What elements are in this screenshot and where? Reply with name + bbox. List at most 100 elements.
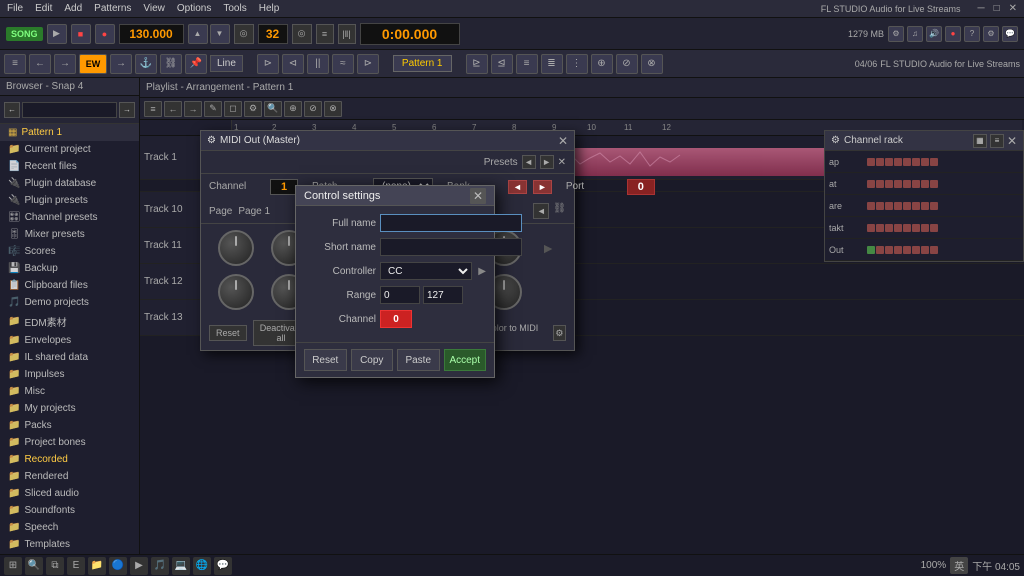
record-btn[interactable]: ● (95, 24, 115, 44)
taskbar-pin-4[interactable]: ▶ (130, 557, 148, 575)
presets-close-icon[interactable]: ✕ (558, 157, 566, 168)
menu-help[interactable]: Help (256, 2, 283, 15)
more-options-btn[interactable]: ⚙ (553, 325, 566, 341)
cr-btn-takt-2[interactable] (876, 224, 884, 232)
sidebar-item-packs[interactable]: 📁 Packs (0, 417, 139, 434)
toolbar2-browser-btn[interactable]: ≡ (4, 54, 26, 74)
master-vol-knob[interactable]: ◎ (234, 24, 254, 44)
cr-btn-are-2[interactable] (876, 202, 884, 210)
taskbar-pin-5[interactable]: 🎵 (151, 557, 169, 575)
copy-btn[interactable]: Copy (351, 349, 394, 371)
cr-btn-ap-2[interactable] (876, 158, 884, 166)
cr-btn-are-1[interactable] (867, 202, 875, 210)
chat-icon[interactable]: 💬 (1002, 26, 1018, 42)
stop-btn[interactable]: ■ (71, 24, 91, 44)
menu-tools[interactable]: Tools (220, 2, 249, 15)
sidebar-item-my-projects[interactable]: 📁 My projects (0, 400, 139, 417)
midi-panel-header[interactable]: ⚙ MIDI Out (Master) ✕ (201, 131, 574, 151)
cr-btn-takt-4[interactable] (894, 224, 902, 232)
play-btn[interactable]: ▶ (47, 24, 67, 44)
dialog-channel-value[interactable]: 0 (380, 310, 412, 328)
sidebar-item-impulses[interactable]: 📁 Impulses (0, 366, 139, 383)
toolbar2-link-btn[interactable]: → (110, 54, 132, 74)
help-icon[interactable]: ? (964, 26, 980, 42)
cr-btn-are-8[interactable] (930, 202, 938, 210)
pl-btn-9[interactable]: ⊘ (304, 101, 322, 117)
sidebar-item-demo[interactable]: 🎵 Demo projects (0, 294, 139, 311)
menu-patterns[interactable]: Patterns (91, 2, 134, 15)
sidebar-fwd-btn[interactable]: → (119, 102, 135, 118)
sidebar-item-misc[interactable]: 📁 Misc (0, 383, 139, 400)
accept-btn[interactable]: Accept (444, 349, 487, 371)
cr-btn-at-8[interactable] (930, 180, 938, 188)
cr-btn-takt-3[interactable] (885, 224, 893, 232)
sidebar-item-recorded[interactable]: 📁 Recorded (0, 451, 139, 468)
cr-btn-ap-6[interactable] (912, 158, 920, 166)
knob-1[interactable] (218, 230, 254, 266)
cr-btn-are-6[interactable] (912, 202, 920, 210)
sidebar-item-backup[interactable]: 💾 Backup (0, 260, 139, 277)
reset-all-btn[interactable]: Reset (209, 325, 247, 341)
cr-btn-out-8[interactable] (930, 246, 938, 254)
toolbar2-plug-btn[interactable]: ⚓ (135, 54, 157, 74)
pl-btn-8[interactable]: ⊕ (284, 101, 302, 117)
cr-btn-at-7[interactable] (921, 180, 929, 188)
cr-btn-at-2[interactable] (876, 180, 884, 188)
arrange-btn2[interactable]: ⊲ (282, 54, 304, 74)
sidebar-item-project-bones[interactable]: 📁 Project bones (0, 434, 139, 451)
cr-btn-at-3[interactable] (885, 180, 893, 188)
range-max-input[interactable] (423, 286, 463, 304)
tool-btn[interactable]: ⊗ (641, 54, 663, 74)
menu-add[interactable]: Add (61, 2, 85, 15)
cr-close-btn[interactable]: ✕ (1007, 134, 1017, 148)
menu-view[interactable]: View (140, 2, 168, 15)
quantize-btn5[interactable]: ⋮ (566, 54, 588, 74)
toolbar2-chain-btn[interactable]: ⛓ (160, 54, 182, 74)
quantize-btn4[interactable]: ≣ (541, 54, 563, 74)
quantize-btn3[interactable]: ≡ (516, 54, 538, 74)
channel-value[interactable]: 1 (270, 179, 298, 195)
cr-vis-btn[interactable]: ▦ (973, 134, 987, 148)
quantize-btn2[interactable]: ⊴ (491, 54, 513, 74)
cr-btn-out-4[interactable] (894, 246, 902, 254)
arrange-btn3[interactable]: || (307, 54, 329, 74)
taskbar-pin-7[interactable]: 🌐 (193, 557, 211, 575)
cr-btn-out-7[interactable] (921, 246, 929, 254)
cr-btn-ap-5[interactable] (903, 158, 911, 166)
controller-select[interactable]: CC NRPN RPN (380, 262, 472, 280)
pattern-label[interactable]: Pattern 1 (393, 55, 452, 72)
toolbar2-ew-btn[interactable]: EW (79, 54, 107, 74)
cr-btn-at-1[interactable] (867, 180, 875, 188)
presets-next-btn[interactable]: ► (540, 155, 554, 169)
sidebar-item-mixer-presets[interactable]: 🎚 Mixer presets (0, 226, 139, 243)
arrange-btn4[interactable]: ≈ (332, 54, 354, 74)
magnet-btn[interactable]: ⊘ (616, 54, 638, 74)
cr-btn-ap-3[interactable] (885, 158, 893, 166)
cr-btn-are-3[interactable] (885, 202, 893, 210)
knob-7[interactable] (218, 274, 254, 310)
page-prev-btn[interactable]: ◄ (533, 203, 549, 219)
pl-btn-1[interactable]: ≡ (144, 101, 162, 117)
dialog-header[interactable]: Control settings ✕ (296, 186, 494, 206)
sidebar-item-rendered[interactable]: 📁 Rendered (0, 468, 139, 485)
pl-btn-7[interactable]: 🔍 (264, 101, 282, 117)
bank-btn-2[interactable]: ► (533, 180, 552, 194)
cr-btn-ap-8[interactable] (930, 158, 938, 166)
cr-btn-out-1[interactable] (867, 246, 875, 254)
bpm-down-btn[interactable]: ▼ (210, 24, 230, 44)
sidebar-item-clipboard[interactable]: 📋 Clipboard files (0, 277, 139, 294)
cr-btn-at-6[interactable] (912, 180, 920, 188)
sidebar-item-soundfonts[interactable]: 📁 Soundfonts (0, 502, 139, 519)
port-value[interactable]: 0 (627, 179, 655, 195)
taskbar-pin-6[interactable]: 💻 (172, 557, 190, 575)
pl-btn-3[interactable]: → (184, 101, 202, 117)
sidebar-back-btn[interactable]: ← (4, 102, 20, 118)
cr-btn-takt-8[interactable] (930, 224, 938, 232)
line-mode-label[interactable]: Line (210, 55, 243, 72)
bpm-up-btn[interactable]: ▲ (188, 24, 208, 44)
arrange-btn5[interactable]: ⊳ (357, 54, 379, 74)
sidebar-item-recent-files[interactable]: 📄 Recent files (0, 158, 139, 175)
cr-btn-out-5[interactable] (903, 246, 911, 254)
sidebar-item-current-project[interactable]: 📁 Current project (0, 141, 139, 158)
cr-settings-btn[interactable]: ≡ (990, 134, 1004, 148)
